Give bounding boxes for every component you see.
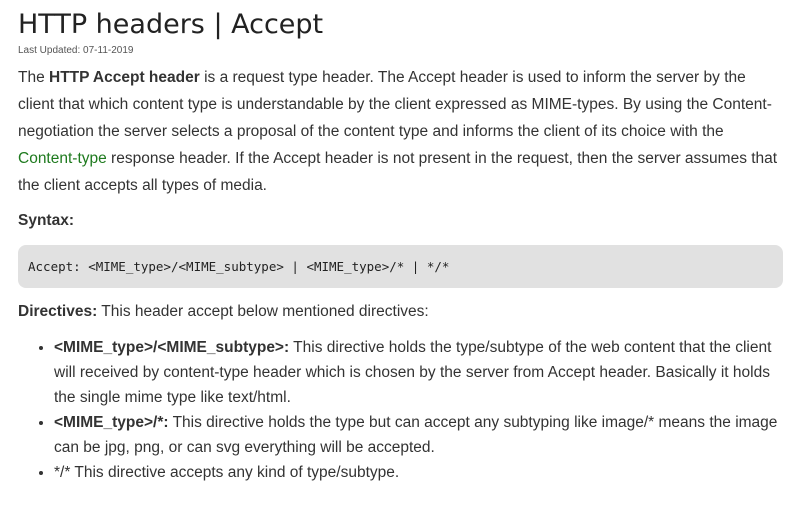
list-item: <MIME_type>/*: This directive holds the … (54, 410, 783, 460)
syntax-code-block: Accept: <MIME_type>/<MIME_subtype> | <MI… (18, 245, 783, 288)
last-updated-date: Last Updated: 07-11-2019 (18, 45, 134, 56)
intro-end: response header. If the Accept header is… (18, 150, 778, 194)
directive-description: */* This directive accepts any kind of t… (54, 464, 400, 481)
intro-lead: The (18, 69, 50, 86)
content-type-link[interactable]: Content-type (18, 150, 107, 167)
directives-text: This header accept below mentioned direc… (97, 303, 429, 320)
list-item: <MIME_type>/<MIME_subtype>: This directi… (54, 335, 783, 410)
directive-term: <MIME_type>/*: (54, 414, 169, 431)
directives-heading: Directives: (18, 303, 98, 320)
page-title: HTTP headers | Accept (18, 9, 324, 40)
directives-paragraph: Directives: This header accept below men… (18, 301, 783, 323)
syntax-code: Accept: <MIME_type>/<MIME_subtype> | <MI… (28, 259, 450, 274)
list-item: */* This directive accepts any kind of t… (54, 460, 783, 485)
syntax-heading: Syntax: (18, 212, 74, 229)
directive-term: <MIME_type>/<MIME_subtype>: (54, 339, 290, 356)
intro-bold-term: HTTP Accept header (49, 69, 200, 86)
intro-paragraph: The HTTP Accept header is a request type… (18, 64, 783, 199)
article: HTTP headers | Accept Last Updated: 07-1… (18, 6, 783, 485)
directives-list: <MIME_type>/<MIME_subtype>: This directi… (18, 335, 783, 485)
